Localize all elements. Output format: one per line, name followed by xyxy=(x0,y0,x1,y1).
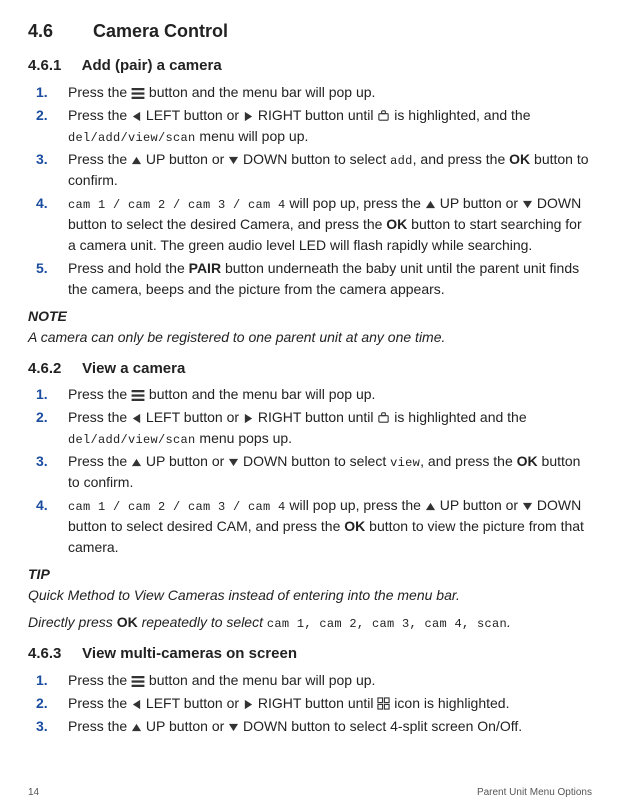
subsection-heading: 4.6.1 Add (pair) a camera xyxy=(28,55,592,78)
camera-icon xyxy=(377,109,390,122)
list-item: 1. Press the button and the menu bar wil… xyxy=(28,82,592,103)
step-body: Press the button and the menu bar will p… xyxy=(68,82,592,103)
up-icon xyxy=(425,199,436,210)
list-item: 3. Press the UP button or DOWN button to… xyxy=(28,716,592,737)
section-heading: 4.6 Camera Control xyxy=(28,18,592,45)
down-icon xyxy=(522,199,533,210)
step-body: Press the LEFT button or RIGHT button un… xyxy=(68,693,592,714)
step-marker: 3. xyxy=(36,716,68,737)
tip-text: Quick Method to View Cameras instead of … xyxy=(28,585,592,606)
subsection-title: View multi-cameras on screen xyxy=(82,645,297,662)
step-marker: 4. xyxy=(36,193,68,256)
right-icon xyxy=(243,413,254,424)
up-icon xyxy=(131,722,142,733)
subsection-title: View a camera xyxy=(82,360,185,377)
left-icon xyxy=(131,413,142,424)
section-title: Camera Control xyxy=(93,21,228,41)
list-item: 5. Press and hold the PAIR button undern… xyxy=(28,258,592,300)
step-marker: 1. xyxy=(36,670,68,691)
step-marker: 2. xyxy=(36,407,68,449)
step-body: Press and hold the PAIR button underneat… xyxy=(68,258,592,300)
down-icon xyxy=(228,457,239,468)
step-body: Press the button and the menu bar will p… xyxy=(68,670,592,691)
page-number: 14 xyxy=(28,785,39,800)
list-item: 1. Press the button and the menu bar wil… xyxy=(28,670,592,691)
left-icon xyxy=(131,111,142,122)
list-item: 4. cam 1 / cam 2 / cam 3 / cam 4 will po… xyxy=(28,495,592,558)
tip-cam-list: cam 1, cam 2, cam 3, cam 4, scan xyxy=(267,617,507,631)
step-marker: 3. xyxy=(36,451,68,493)
subsection-heading: 4.6.3 View multi-cameras on screen xyxy=(28,643,592,666)
left-icon xyxy=(131,699,142,710)
list-item: 3. Press the UP button or DOWN button to… xyxy=(28,149,592,191)
down-icon xyxy=(522,501,533,512)
step-marker: 4. xyxy=(36,495,68,558)
step-marker: 1. xyxy=(36,384,68,405)
step-body: cam 1 / cam 2 / cam 3 / cam 4 will pop u… xyxy=(68,193,592,256)
step-body: Press the UP button or DOWN button to se… xyxy=(68,716,592,737)
step-body: Press the UP button or DOWN button to se… xyxy=(68,451,592,493)
step-body: Press the button and the menu bar will p… xyxy=(68,384,592,405)
page-footer: 14 Parent Unit Menu Options xyxy=(28,785,592,800)
section-number: 4.6 xyxy=(28,18,88,45)
menu-icon xyxy=(131,88,145,99)
step-marker: 5. xyxy=(36,258,68,300)
menu-icon xyxy=(131,676,145,687)
steps-list: 1. Press the button and the menu bar wil… xyxy=(28,384,592,558)
subsection-heading: 4.6.2 View a camera xyxy=(28,358,592,381)
step-body: Press the LEFT button or RIGHT button un… xyxy=(68,105,592,147)
steps-list: 1. Press the button and the menu bar wil… xyxy=(28,82,592,300)
step-marker: 2. xyxy=(36,105,68,147)
up-icon xyxy=(131,155,142,166)
grid-icon xyxy=(377,697,390,710)
subsection-number: 4.6.3 xyxy=(28,643,78,666)
note-label: NOTE xyxy=(28,306,592,327)
step-marker: 1. xyxy=(36,82,68,103)
list-item: 3. Press the UP button or DOWN button to… xyxy=(28,451,592,493)
tip-text: Directly press OK repeatedly to select c… xyxy=(28,612,592,633)
camera-icon xyxy=(377,411,390,424)
list-item: 1. Press the button and the menu bar wil… xyxy=(28,384,592,405)
tip-label: TIP xyxy=(28,564,592,585)
list-item: 4. cam 1 / cam 2 / cam 3 / cam 4 will po… xyxy=(28,193,592,256)
right-icon xyxy=(243,111,254,122)
steps-list: 1. Press the button and the menu bar wil… xyxy=(28,670,592,737)
step-body: Press the LEFT button or RIGHT button un… xyxy=(68,407,592,449)
right-icon xyxy=(243,699,254,710)
step-marker: 2. xyxy=(36,693,68,714)
list-item: 2. Press the LEFT button or RIGHT button… xyxy=(28,693,592,714)
down-icon xyxy=(228,722,239,733)
list-item: 2. Press the LEFT button or RIGHT button… xyxy=(28,407,592,449)
menu-icon xyxy=(131,390,145,401)
up-icon xyxy=(131,457,142,468)
step-body: cam 1 / cam 2 / cam 3 / cam 4 will pop u… xyxy=(68,495,592,558)
down-icon xyxy=(228,155,239,166)
step-body: Press the UP button or DOWN button to se… xyxy=(68,149,592,191)
subsection-title: Add (pair) a camera xyxy=(82,57,222,74)
subsection-number: 4.6.2 xyxy=(28,358,78,381)
subsection-number: 4.6.1 xyxy=(28,55,78,78)
note-text: A camera can only be registered to one p… xyxy=(28,327,592,348)
list-item: 2. Press the LEFT button or RIGHT button… xyxy=(28,105,592,147)
footer-label: Parent Unit Menu Options xyxy=(477,785,592,800)
step-marker: 3. xyxy=(36,149,68,191)
up-icon xyxy=(425,501,436,512)
